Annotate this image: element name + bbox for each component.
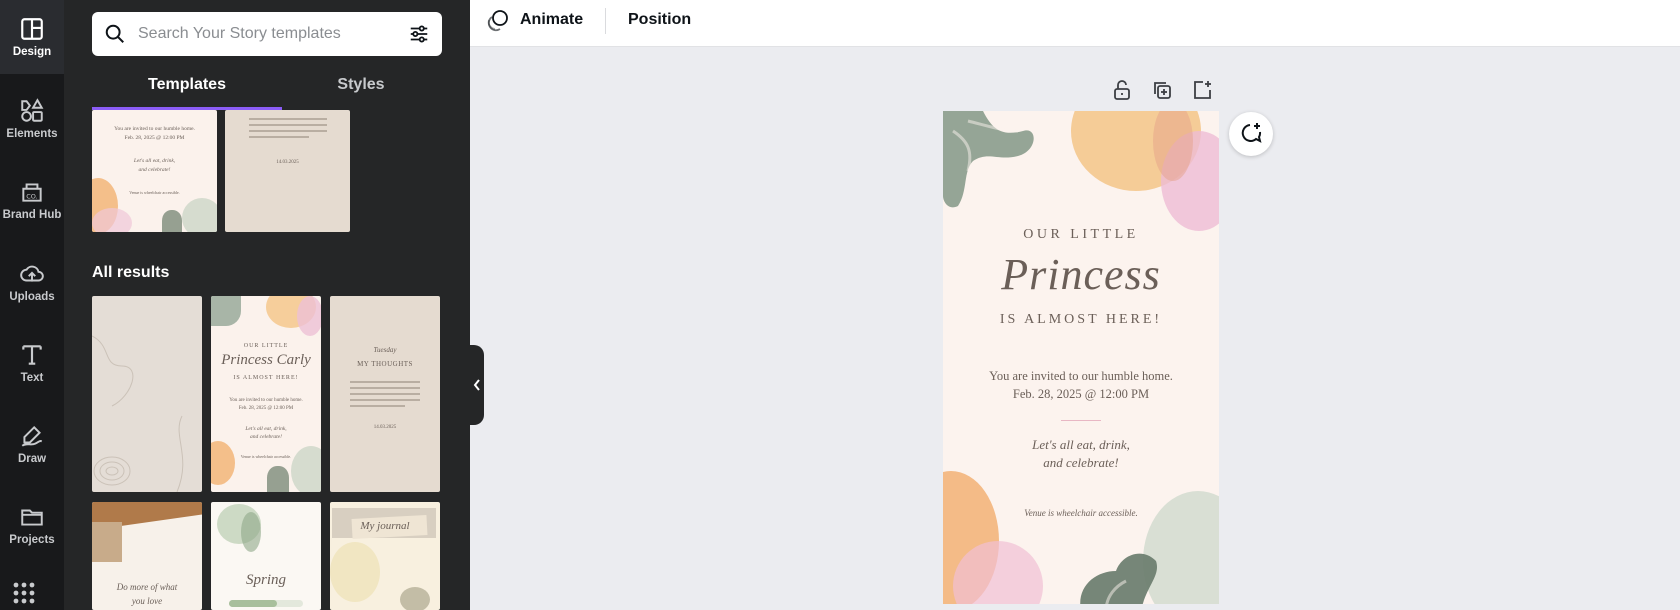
design-eat-line[interactable]: Let's all eat, drink,	[943, 437, 1219, 453]
rail-item-text[interactable]: Text	[0, 326, 64, 400]
template-thumb[interactable]: You are invited to our humble home. Feb.…	[92, 110, 217, 232]
animate-label: Animate	[520, 11, 584, 28]
animate-icon	[487, 10, 508, 32]
leaf-decoration	[943, 111, 1034, 208]
layout-icon	[21, 18, 43, 40]
template-thumb[interactable]: Spring	[211, 502, 321, 610]
side-rail: Design Elements CO. Brand Hub Uploads Te…	[0, 0, 64, 610]
add-comment-button[interactable]	[1229, 112, 1273, 156]
section-title-all-results: All results	[92, 264, 170, 281]
rail-item-elements[interactable]: Elements	[0, 82, 64, 156]
thumb-text: You are invited to our humble home.	[114, 126, 195, 132]
thumb-text: you love	[131, 596, 163, 606]
thumb-text: Let's all eat, drink,	[133, 158, 176, 164]
rail-label: Text	[20, 372, 44, 384]
rail-item-projects[interactable]: Projects	[0, 488, 64, 562]
search-input[interactable]: Search Your Story templates	[92, 12, 442, 56]
search-placeholder: Search Your Story templates	[138, 25, 341, 42]
design-page[interactable]: OUR LITTLE Princess IS ALMOST HERE! You …	[943, 111, 1219, 604]
lock-icon[interactable]	[1110, 78, 1134, 102]
leaf-decoration	[1080, 553, 1157, 604]
template-thumb[interactable]	[92, 296, 202, 492]
thumb-text: OUR LITTLE	[243, 343, 289, 349]
position-button[interactable]: Position	[628, 0, 691, 40]
thumb-text: Spring	[245, 572, 286, 588]
rail-label: Design	[12, 46, 52, 58]
rail-label: Projects	[9, 534, 55, 546]
chevron-left-icon	[473, 379, 480, 391]
toolbar-divider	[605, 8, 606, 34]
design-heading-top[interactable]: OUR LITTLE	[943, 227, 1219, 243]
svg-text:CO.: CO.	[26, 193, 37, 201]
thumb-text: 14.03.2025	[373, 425, 397, 430]
add-page-icon[interactable]	[1190, 78, 1214, 102]
thumb-text: My journal	[360, 520, 410, 532]
animate-button[interactable]: Animate	[486, 0, 583, 40]
template-thumb[interactable]: Do more of what you love	[92, 502, 202, 610]
thumb-text: Feb. 28, 2025 @ 12:00 PM	[238, 406, 294, 411]
rail-label: Elements	[6, 128, 58, 140]
templates-panel: Search Your Story templates Templates St…	[64, 0, 470, 610]
brand-icon: CO.	[22, 183, 42, 202]
shapes-icon	[21, 98, 44, 122]
rail-label: Uploads	[9, 291, 55, 303]
tab-styles[interactable]: Styles	[290, 76, 432, 94]
tab-templates[interactable]: Templates	[92, 76, 282, 94]
cloud-upload-icon	[20, 265, 44, 282]
rail-label: Draw	[17, 453, 47, 465]
template-thumb[interactable]: OUR LITTLE Princess Carly IS ALMOST HERE…	[211, 296, 321, 492]
thumb-text: Feb. 28, 2025 @ 12:00 PM	[124, 135, 185, 141]
apps-grid-icon[interactable]	[13, 582, 35, 609]
thumb-text: You are invited to our humble home.	[229, 398, 303, 403]
collapse-panel-handle[interactable]	[470, 345, 484, 425]
thumb-text: Princess Carly	[221, 352, 311, 368]
thumb-text: and celebrate!	[250, 434, 282, 440]
template-thumb[interactable]: 14.03.2025	[225, 110, 350, 232]
thumb-text: 14.03.2025	[276, 160, 299, 165]
rail-item-brand-hub[interactable]: CO. Brand Hub	[0, 163, 64, 237]
text-icon	[22, 345, 42, 365]
divider-line	[1061, 420, 1101, 421]
thumb-text: and celebrate!	[138, 167, 171, 173]
position-label: Position	[628, 11, 692, 28]
search-icon	[105, 24, 124, 43]
folder-icon	[21, 509, 43, 526]
rail-item-draw[interactable]: Draw	[0, 407, 64, 481]
template-thumb[interactable]: My journal	[330, 502, 440, 610]
design-venue-line[interactable]: Venue is wheelchair accessible.	[943, 508, 1219, 518]
thumb-text: Tuesday	[373, 346, 397, 354]
design-date-line[interactable]: Feb. 28, 2025 @ 12:00 PM	[943, 387, 1219, 402]
thumb-text: IS ALMOST HERE!	[233, 375, 299, 381]
draw-icon	[21, 425, 43, 447]
comment-plus-icon	[1241, 123, 1262, 143]
thumb-text: MY THOUGHTS	[357, 360, 413, 368]
page-actions	[1110, 78, 1214, 102]
rail-item-design[interactable]: Design	[0, 0, 64, 74]
rail-item-uploads[interactable]: Uploads	[0, 245, 64, 319]
duplicate-page-icon[interactable]	[1150, 78, 1174, 102]
design-celebrate-line[interactable]: and celebrate!	[943, 455, 1219, 471]
thumb-text: Let's all eat, drink,	[245, 426, 287, 432]
editor-toolbar: Animate Position	[470, 0, 1680, 47]
rail-label: Brand Hub	[2, 209, 62, 221]
filter-icon[interactable]	[408, 23, 430, 45]
thumb-text: Do more of what	[116, 582, 178, 592]
design-invite-line[interactable]: You are invited to our humble home.	[943, 369, 1219, 384]
design-script-title[interactable]: Princess	[943, 249, 1219, 300]
design-heading-bottom[interactable]: IS ALMOST HERE!	[943, 312, 1219, 328]
template-thumb[interactable]: Tuesday MY THOUGHTS 14.03.2025	[330, 296, 440, 492]
